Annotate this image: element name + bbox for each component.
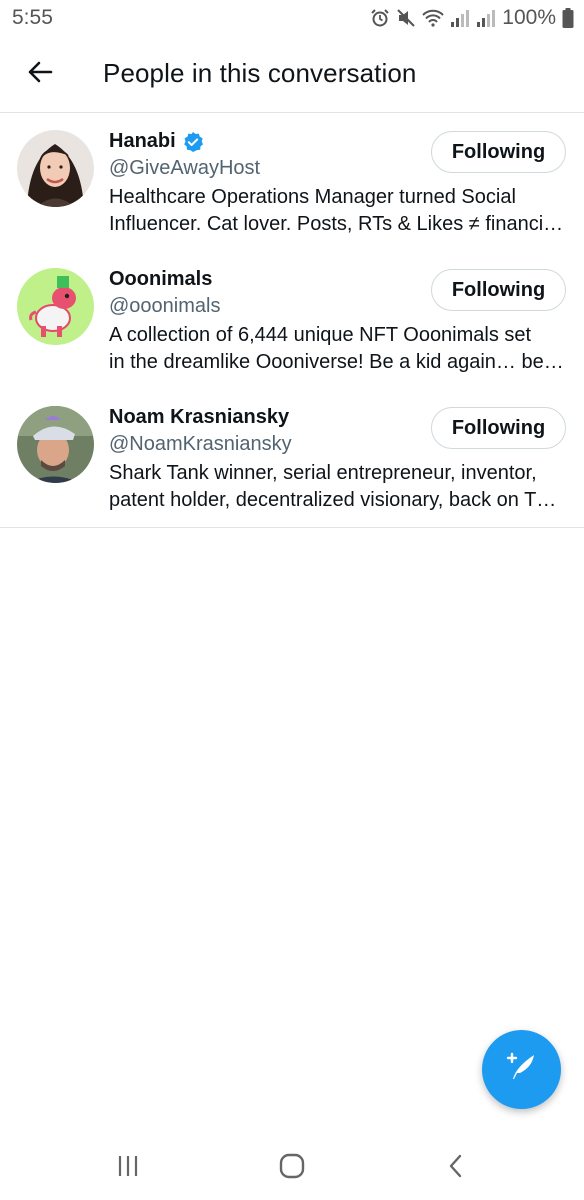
person-name-row: Noam Krasniansky [109,406,289,429]
status-time: 5:55 [12,6,53,29]
following-button[interactable]: Following [431,269,566,311]
compose-tweet-icon [504,1049,540,1090]
following-button[interactable]: Following [431,131,566,173]
page-title: People in this conversation [103,58,417,88]
bio-line: Shark Tank winner, serial entrepreneur, … [109,462,537,484]
mute-icon [396,8,416,28]
battery-icon [562,8,574,28]
avatar[interactable] [17,268,94,345]
person-bio: Healthcare Operations Manager turned Soc… [109,184,569,238]
home-icon [279,1153,305,1184]
recent-apps-icon [116,1154,140,1183]
person-name[interactable]: Ooonimals [109,268,212,291]
person-name-row: Hanabi [109,130,204,153]
back-icon [446,1153,466,1184]
status-icons: 100% [370,6,574,30]
person-name-row: Ooonimals [109,268,212,291]
person-row-noam-krasniansky[interactable]: Noam Krasniansky @NoamKrasniansky Shark … [0,389,584,527]
person-name[interactable]: Noam Krasniansky [109,406,289,429]
person-handle: @ooonimals [109,295,221,317]
bio-line: patent holder, decentralized visionary, … [109,489,557,511]
person-row-hanabi[interactable]: Hanabi @GiveAwayHost Healthcare Operatio… [0,113,584,251]
recent-apps-button[interactable] [108,1152,148,1184]
battery-label: 100% [502,6,556,29]
home-button[interactable] [272,1152,312,1184]
wifi-icon [422,8,444,28]
verified-badge-icon [182,131,204,153]
bio-line: Healthcare Operations Manager turned Soc… [109,186,516,208]
person-handle: @GiveAwayHost [109,157,261,179]
system-back-button[interactable] [436,1152,476,1184]
person-bio: Shark Tank winner, serial entrepreneur, … [109,460,569,514]
bio-line: Influencer. Cat lover. Posts, RTs & Like… [109,213,564,235]
people-list: Hanabi @GiveAwayHost Healthcare Operatio… [0,113,584,528]
following-button[interactable]: Following [431,407,566,449]
arrow-left-icon [27,60,53,89]
alarm-icon [370,8,390,28]
avatar[interactable] [17,130,94,207]
compose-tweet-button[interactable] [482,1030,561,1109]
signal-icon [450,8,470,28]
bio-line: in the dreamlike Oooniverse! Be a kid ag… [109,351,564,373]
status-bar: 5:55 100% [0,0,584,36]
person-bio: A collection of 6,444 unique NFT Ooonima… [109,322,569,376]
signal-icon [476,8,496,28]
person-row-ooonimals[interactable]: Ooonimals @ooonimals A collection of 6,4… [0,251,584,389]
bio-line: A collection of 6,444 unique NFT Ooonima… [109,324,532,346]
person-handle: @NoamKrasniansky [109,433,292,455]
system-nav-bar [0,1136,584,1200]
back-button[interactable] [20,54,60,94]
header: People in this conversation [0,36,584,113]
avatar[interactable] [17,406,94,483]
person-name[interactable]: Hanabi [109,130,176,153]
